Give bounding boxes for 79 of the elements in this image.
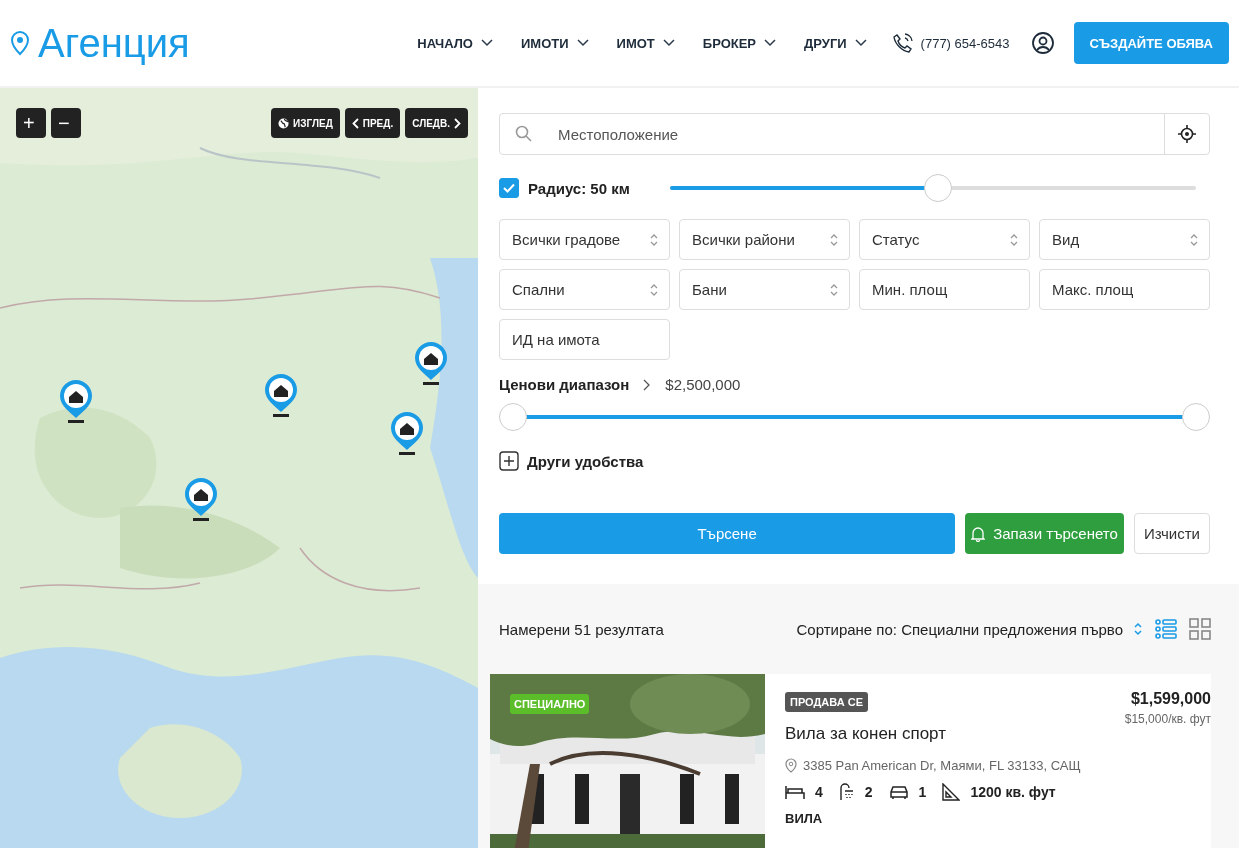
- radius-checkbox[interactable]: [499, 178, 519, 198]
- chevron-down-icon: [764, 39, 777, 47]
- dropdown[interactable]: Бани: [679, 269, 850, 310]
- bedrooms-count: 4: [815, 784, 823, 800]
- area-value: 1200 кв. фут: [970, 784, 1056, 800]
- location-pin-icon: [785, 758, 797, 773]
- grid-view-button[interactable]: [1189, 618, 1211, 640]
- slider-thumb[interactable]: [924, 174, 953, 202]
- property-type: ВИЛА: [785, 811, 824, 826]
- chevron-right-icon: [454, 117, 461, 129]
- zoom-out-button[interactable]: −: [51, 108, 81, 138]
- dropdown[interactable]: Статус: [859, 219, 1030, 260]
- listing-address: 3385 Pan American Dr, Маями, FL 33133, САЩ: [803, 758, 1081, 773]
- user-icon[interactable]: [1031, 32, 1054, 54]
- car-icon: [888, 785, 909, 799]
- status-badge: ПРОДАВА СЕ: [785, 692, 868, 712]
- dropdown[interactable]: Вид: [1039, 219, 1210, 260]
- map-pin-icon[interactable]: [183, 476, 219, 522]
- crosshair-icon: [1178, 125, 1196, 143]
- zoom-in-button[interactable]: +: [16, 108, 46, 138]
- chevron-down-icon: [481, 39, 493, 47]
- slider-thumb[interactable]: [1182, 403, 1210, 431]
- bell-icon: [971, 525, 986, 542]
- sort-arrows-icon: [1009, 232, 1019, 247]
- search-icon: [515, 125, 533, 143]
- input-field[interactable]: ИД на имота: [499, 319, 670, 360]
- nav-menu-item[interactable]: ДРУГИ: [804, 35, 867, 51]
- price-range-value: $2,500,000: [665, 376, 741, 393]
- results-count: Намерени 51 резултата: [499, 620, 665, 638]
- featured-badge: СПЕЦИАЛНО: [510, 694, 590, 714]
- bathrooms-count: 2: [864, 784, 873, 800]
- chevron-down-icon: [854, 39, 867, 47]
- dropdown[interactable]: Всички райони: [679, 219, 850, 260]
- price-per-area: $15,000/кв. фут: [1124, 712, 1211, 726]
- globe-icon: [278, 117, 290, 129]
- input-field[interactable]: Макс. площ: [1039, 269, 1210, 310]
- input-field[interactable]: Мин. площ: [859, 269, 1030, 310]
- list-view-button[interactable]: [1155, 618, 1177, 640]
- garage-count: 1: [918, 784, 927, 800]
- previous-button[interactable]: ПРЕД.: [344, 108, 401, 138]
- ruler-triangle-icon: [942, 783, 961, 801]
- sort-arrows-icon: [1133, 622, 1143, 636]
- price-range-label: Ценови диапазон: [499, 376, 630, 393]
- sort-arrows-icon: [829, 282, 839, 297]
- dropdown[interactable]: Спални: [499, 269, 670, 310]
- listing-price: $1,599,000: [1129, 690, 1211, 708]
- map-pin-icon[interactable]: [58, 378, 94, 424]
- price-range-slider[interactable]: [499, 403, 1210, 431]
- dropdown[interactable]: Всички градове: [499, 219, 670, 260]
- nav-menu-item[interactable]: БРОКЕР: [702, 35, 777, 51]
- sort-arrows-icon: [649, 232, 659, 247]
- phone-number[interactable]: (777) 654-6543: [920, 35, 1010, 51]
- amenities-toggle[interactable]: Други удобства: [499, 451, 1210, 471]
- map-pin-icon[interactable]: [413, 340, 449, 386]
- location-search-bar[interactable]: Местоположение: [499, 113, 1210, 155]
- chevron-right-icon: [643, 378, 652, 391]
- location-pin-icon: [10, 30, 30, 56]
- chevron-down-icon: [576, 39, 589, 47]
- sort-dropdown[interactable]: Сортиране по: Специални предложения първо: [796, 620, 1143, 638]
- map-pin-icon[interactable]: [263, 372, 299, 418]
- sort-arrows-icon: [829, 232, 839, 247]
- chevron-down-icon: [662, 39, 675, 47]
- nav-menu-item[interactable]: НАЧАЛО: [417, 35, 493, 51]
- check-icon: [503, 183, 515, 193]
- map-pin-icon[interactable]: [389, 410, 425, 456]
- sort-arrows-icon: [649, 282, 659, 297]
- phone-icon: [892, 33, 913, 53]
- radius-label: Радиус: 50 км: [528, 179, 630, 197]
- bed-icon: [785, 784, 805, 800]
- nav-menu-item[interactable]: ИМОТ: [616, 35, 675, 51]
- nav-menu-item[interactable]: ИМОТИ: [521, 35, 589, 51]
- slider-thumb[interactable]: [499, 403, 527, 431]
- shower-icon: [838, 783, 855, 801]
- clear-button[interactable]: Изчисти: [1133, 513, 1210, 554]
- listing-card[interactable]: СПЕЦИАЛНО ПРОДАВА СЕ Вила за конен спорт 3385 Pan American Dr, Маями, FL 33133, САЩ 4 2 1 1200 кв. фут ВИЛА $1,599,000 $15,000/кв. фут: [490, 674, 1211, 848]
- next-button[interactable]: СЛЕДВ.: [405, 108, 468, 138]
- map-view-button[interactable]: ИЗГЛЕД: [271, 108, 340, 138]
- sort-arrows-icon: [1189, 232, 1199, 247]
- chevron-left-icon: [351, 117, 359, 129]
